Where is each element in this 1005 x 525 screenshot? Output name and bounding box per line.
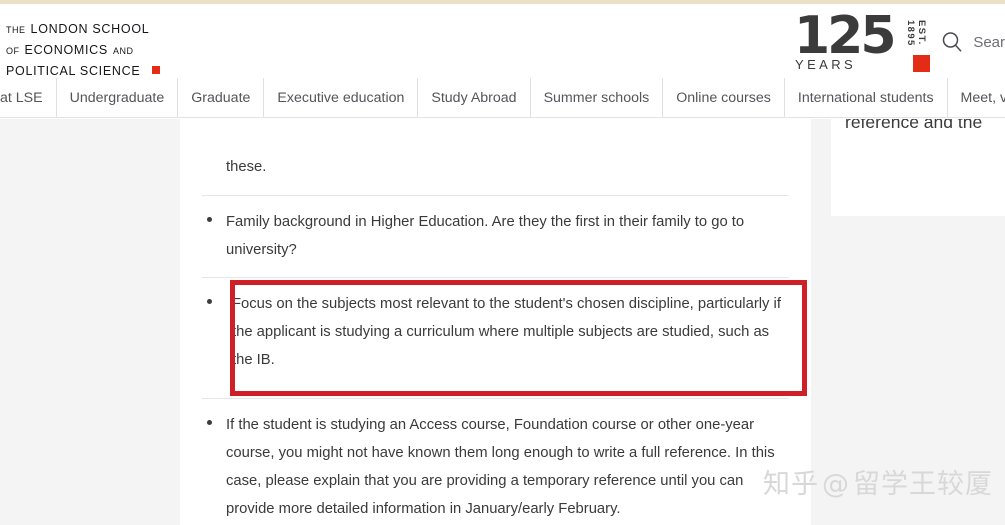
clipped-paragraph-top: curricular activities that require a sig… — [192, 119, 799, 153]
logo-line2-of: OF — [6, 46, 20, 57]
bullet-text-these: these. — [226, 159, 267, 175]
nav-item-graduate[interactable]: Graduate — [178, 78, 265, 117]
nav-item-international-students[interactable]: International students — [785, 78, 948, 117]
nav-item-study-abroad[interactable]: Study Abroad — [418, 78, 531, 117]
logo-line2-and: AND — [112, 46, 134, 57]
nav-item-summer-schools[interactable]: Summer schools — [531, 78, 664, 117]
logo-red-square-icon — [152, 66, 161, 75]
anniversary-number: 125 — [794, 6, 897, 66]
list-item: Family background in Higher Education. A… — [192, 196, 799, 277]
bullet-text-access-course: If the student is studying an Access cou… — [226, 417, 775, 517]
watermark-brand: 知乎 — [763, 469, 819, 500]
list-item: If the student is studying an Access cou… — [192, 399, 799, 525]
list-item: these. — [192, 153, 799, 195]
main-content-panel: curricular activities that require a sig… — [180, 119, 811, 525]
zhihu-watermark: 知乎 @ 留学王较厦 — [763, 462, 993, 501]
bullet-spacer — [192, 153, 226, 162]
bullet-text-focus-subjects: Focus on the subjects most relevant to t… — [232, 296, 781, 368]
site-header: THE LONDON SCHOOL OF ECONOMICS AND POLIT… — [0, 4, 1005, 78]
clipped-paragraph-text: curricular activities that require a sig… — [238, 119, 789, 124]
anniversary-logo: 125 YEARS EST. 1895 — [794, 6, 931, 74]
primary-navigation: at LSE Undergraduate Graduate Executive … — [0, 78, 1005, 118]
search-label: Sear — [973, 33, 1005, 51]
bullet-text-family-background: Family background in Higher Education. A… — [226, 214, 745, 258]
right-rail-card-text: reference and the — [845, 119, 983, 132]
search-control[interactable]: Sear — [940, 30, 1005, 54]
right-rail-card: reference and the — [831, 119, 1005, 216]
bullet-marker-icon — [192, 411, 226, 425]
nav-item-undergraduate[interactable]: Undergraduate — [57, 78, 179, 117]
watermark-username: 留学王较厦 — [853, 469, 993, 500]
nav-item-online-courses[interactable]: Online courses — [663, 78, 785, 117]
nav-item-executive-education[interactable]: Executive education — [264, 78, 419, 117]
watermark-at-symbol: @ — [822, 469, 850, 500]
list-item-highlighted: Focus on the subjects most relevant to t… — [192, 278, 807, 398]
search-icon[interactable] — [940, 30, 964, 54]
bullet-marker-icon — [192, 290, 226, 304]
logo-line2-economics: ECONOMICS — [24, 43, 108, 58]
logo-line1-london-school: LONDON SCHOOL — [30, 22, 150, 36]
anniversary-red-square-icon — [913, 55, 930, 72]
lse-logo[interactable]: THE LONDON SCHOOL OF ECONOMICS AND POLIT… — [6, 18, 161, 81]
nav-item-meet-visit-discover[interactable]: Meet, visit and disco — [948, 78, 1005, 117]
nav-item-at-lse[interactable]: at LSE — [0, 78, 57, 117]
logo-line3-political-science: POLITICAL SCIENCE — [6, 64, 141, 79]
logo-line1-the: THE — [6, 25, 26, 35]
bullet-marker-icon — [192, 208, 226, 222]
anniversary-years-label: YEARS — [795, 57, 857, 72]
